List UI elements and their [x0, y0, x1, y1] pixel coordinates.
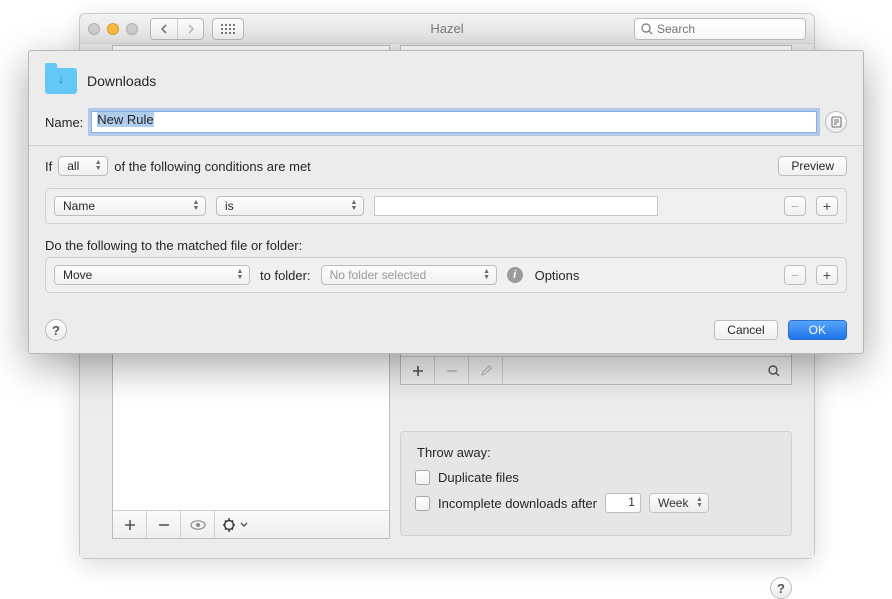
- incomplete-count-field[interactable]: 1: [605, 493, 641, 513]
- duplicate-files-label: Duplicate files: [438, 470, 519, 485]
- destination-folder-select[interactable]: No folder selected ▲▼: [321, 265, 497, 285]
- options-label[interactable]: Options: [535, 268, 580, 283]
- preview-button[interactable]: Preview: [778, 156, 847, 176]
- duplicate-files-checkbox[interactable]: [415, 470, 430, 485]
- throw-away-section: Throw away: Duplicate files Incomplete d…: [400, 431, 792, 536]
- ok-button[interactable]: OK: [788, 320, 847, 340]
- updown-icon: ▲▼: [349, 200, 359, 212]
- sheet-footer: ? Cancel OK: [29, 309, 863, 353]
- downloads-folder-icon: [45, 68, 77, 94]
- updown-icon: ▲▼: [93, 160, 103, 172]
- sheet-help-button[interactable]: ?: [45, 319, 67, 341]
- traffic-lights: [88, 23, 138, 35]
- search-input[interactable]: [657, 22, 799, 36]
- cond-scope-select[interactable]: all ▲▼: [58, 156, 108, 176]
- sheet-header: Downloads: [29, 51, 863, 111]
- info-icon: i: [507, 267, 523, 283]
- cond-suffix: of the following conditions are met: [114, 159, 311, 174]
- folder-actions-menu[interactable]: [215, 511, 255, 538]
- remove-condition-button[interactable]: −: [784, 196, 806, 216]
- folders-toolbar: [113, 510, 389, 538]
- note-icon: [831, 116, 842, 128]
- actions-heading: Do the following to the matched file or …: [29, 234, 863, 255]
- remove-action-button[interactable]: −: [784, 265, 806, 285]
- search-icon: [641, 23, 653, 35]
- incomplete-unit-select[interactable]: Week ▲▼: [649, 493, 709, 513]
- cond-scope-label: all: [67, 159, 79, 173]
- preview-folder-button[interactable]: [181, 511, 215, 538]
- condition-attribute-label: Name: [63, 199, 95, 213]
- to-folder-label: to folder:: [260, 268, 311, 283]
- add-folder-button[interactable]: [113, 511, 147, 538]
- help-button[interactable]: ?: [770, 577, 792, 599]
- name-row: Name: New Rule: [29, 111, 863, 145]
- updown-icon: ▲▼: [694, 497, 704, 509]
- add-action-button[interactable]: +: [816, 265, 838, 285]
- close-window-button[interactable]: [88, 23, 100, 35]
- search-field[interactable]: [634, 18, 806, 40]
- forward-button[interactable]: [177, 19, 203, 39]
- cancel-button[interactable]: Cancel: [714, 320, 777, 340]
- condition-operator-label: is: [225, 199, 234, 213]
- action-verb-select[interactable]: Move ▲▼: [54, 265, 250, 285]
- rule-name-value: New Rule: [97, 112, 153, 127]
- condition-row-1: Name ▲▼ is ▲▼ − +: [45, 188, 847, 224]
- rules-search-button[interactable]: [757, 357, 791, 384]
- remove-folder-button[interactable]: [147, 511, 181, 538]
- incomplete-unit-label: Week: [658, 496, 688, 510]
- folder-name: Downloads: [87, 73, 156, 89]
- show-all-button[interactable]: [212, 18, 244, 40]
- cond-prefix: If: [45, 159, 52, 174]
- rule-name-input[interactable]: New Rule: [91, 111, 817, 133]
- duplicate-files-row: Duplicate files: [415, 470, 777, 485]
- updown-icon: ▲▼: [482, 269, 492, 281]
- updown-icon: ▲▼: [191, 200, 201, 212]
- nav-segmented: [150, 18, 204, 40]
- rule-notes-button[interactable]: [825, 111, 847, 133]
- incomplete-downloads-checkbox[interactable]: [415, 496, 430, 511]
- chevron-down-icon: [240, 522, 248, 528]
- throw-away-heading: Throw away:: [417, 445, 777, 460]
- conditions-header-row: If all ▲▼ of the following conditions ar…: [29, 146, 863, 186]
- edit-rule-button[interactable]: [469, 357, 503, 384]
- incomplete-downloads-row: Incomplete downloads after 1 Week ▲▼: [415, 493, 777, 513]
- remove-rule-button[interactable]: [435, 357, 469, 384]
- action-row-1: Move ▲▼ to folder: No folder selected ▲▼…: [45, 257, 847, 293]
- updown-icon: ▲▼: [235, 269, 245, 281]
- rules-toolbar: [401, 356, 791, 384]
- minimize-window-button[interactable]: [107, 23, 119, 35]
- zoom-window-button[interactable]: [126, 23, 138, 35]
- titlebar: Hazel: [80, 14, 814, 44]
- name-label: Name:: [45, 115, 83, 130]
- add-rule-button[interactable]: [401, 357, 435, 384]
- rule-editor-sheet: Downloads Name: New Rule If all ▲▼ of th…: [28, 50, 864, 354]
- add-condition-button[interactable]: +: [816, 196, 838, 216]
- condition-operator-select[interactable]: is ▲▼: [216, 196, 364, 216]
- condition-attribute-select[interactable]: Name ▲▼: [54, 196, 206, 216]
- condition-value-input[interactable]: [374, 196, 658, 216]
- action-verb-label: Move: [63, 268, 92, 282]
- back-button[interactable]: [151, 19, 177, 39]
- incomplete-downloads-label: Incomplete downloads after: [438, 496, 597, 511]
- destination-folder-label: No folder selected: [330, 268, 427, 282]
